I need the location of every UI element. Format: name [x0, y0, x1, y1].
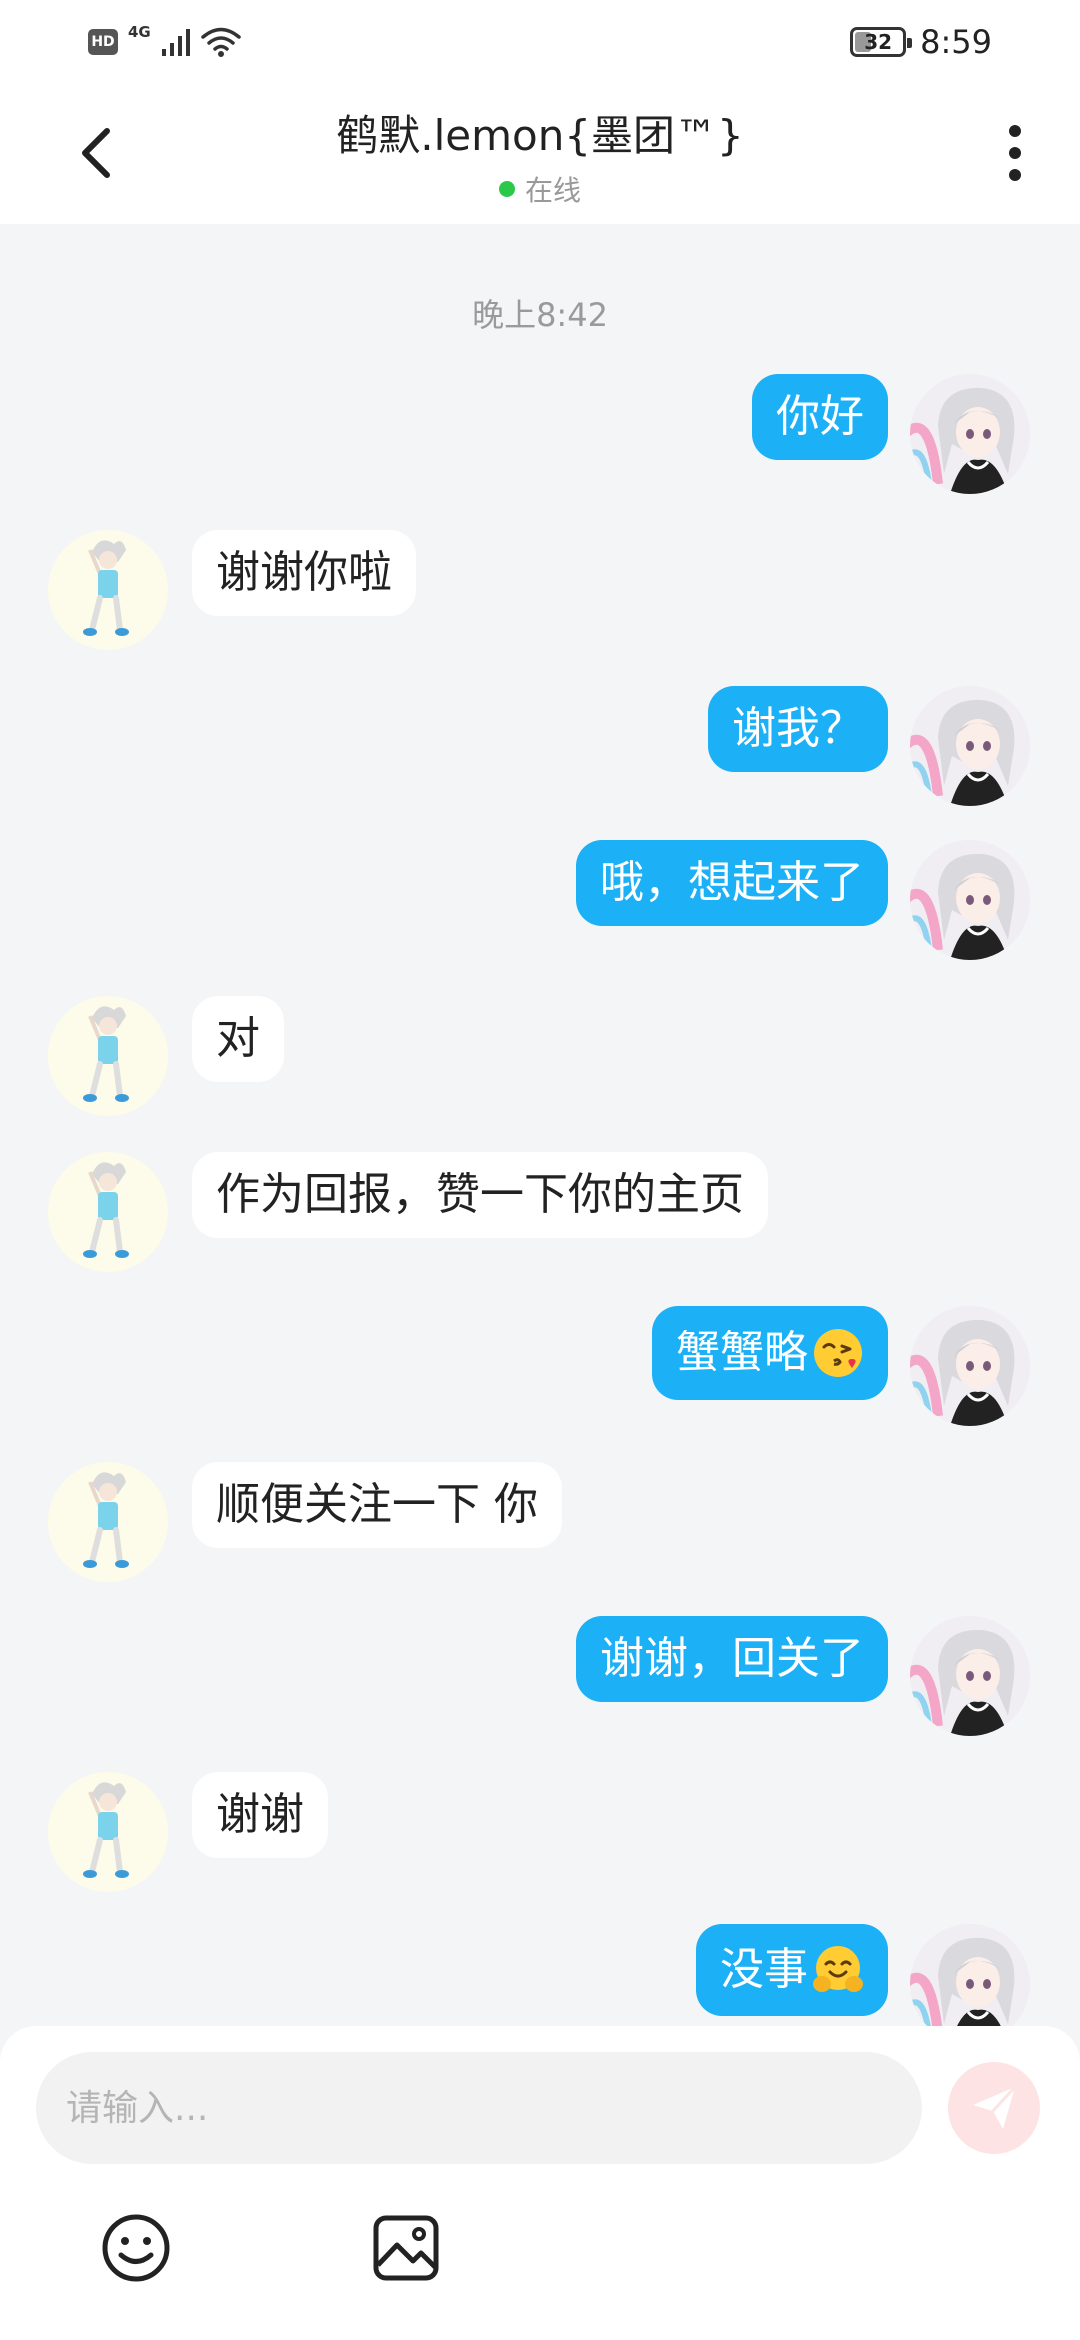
- message-bubble[interactable]: 哦，想起来了: [576, 840, 888, 926]
- message-row: 谢谢，回关了: [0, 1616, 1080, 1736]
- message-input-container[interactable]: [36, 2052, 922, 2164]
- battery-level: 32: [864, 30, 893, 54]
- status-bar: HD 4G 32 8:59: [0, 0, 1080, 84]
- status-left: HD 4G: [88, 20, 241, 64]
- message-text: 没事: [720, 1944, 808, 1995]
- my-avatar[interactable]: [910, 840, 1030, 960]
- image-button[interactable]: [368, 2210, 444, 2286]
- network-type: 4G: [128, 23, 151, 41]
- input-area: [0, 2026, 1080, 2340]
- contact-avatar[interactable]: [48, 996, 168, 1116]
- message-row: 谢谢: [0, 1772, 1080, 1892]
- message-row: 谢谢你啦: [0, 530, 1080, 650]
- title-area: 鹤默.lemon{墨团™} 在线: [200, 102, 880, 209]
- message-text: 哦，想起来了: [600, 857, 864, 908]
- message-row: 作为回报，赞一下你的主页: [0, 1152, 1080, 1272]
- contact-avatar[interactable]: [48, 1772, 168, 1892]
- message-row: 对: [0, 996, 1080, 1116]
- message-bubble[interactable]: 对: [192, 996, 284, 1082]
- message-bubble[interactable]: 谢谢，回关了: [576, 1616, 888, 1702]
- emoji-button[interactable]: [98, 2210, 174, 2286]
- message-text: 谢谢: [216, 1789, 304, 1840]
- hugging-face-icon: [813, 1946, 863, 1992]
- more-icon: [1009, 125, 1021, 181]
- message-bubble[interactable]: 作为回报，赞一下你的主页: [192, 1152, 768, 1238]
- face-blowing-kiss-icon: [814, 1329, 862, 1377]
- online-dot-icon: [498, 181, 515, 197]
- message-bubble[interactable]: 顺便关注一下 你: [192, 1462, 562, 1548]
- back-button[interactable]: [62, 118, 132, 188]
- message-text: 你好: [776, 391, 864, 442]
- wifi-icon: [201, 27, 241, 57]
- message-text: 蟹蟹略: [676, 1327, 808, 1378]
- message-text: 谢谢，回关了: [600, 1633, 864, 1684]
- message-text: 谢我？: [732, 703, 864, 754]
- message-row: 蟹蟹略: [0, 1306, 1080, 1426]
- message-row: 你好: [0, 374, 1080, 494]
- emoji-icon: [102, 2214, 170, 2282]
- message-bubble[interactable]: 蟹蟹略: [652, 1306, 888, 1400]
- my-avatar[interactable]: [910, 1616, 1030, 1736]
- my-avatar[interactable]: [910, 686, 1030, 806]
- message-row: 谢我？: [0, 686, 1080, 806]
- back-icon: [82, 128, 110, 178]
- status-right: 32 8:59: [850, 20, 992, 64]
- online-status-label: 在线: [524, 174, 581, 207]
- message-row: 哦，想起来了: [0, 840, 1080, 960]
- message-bubble[interactable]: 你好: [752, 374, 888, 460]
- chat-area[interactable]: 晚上8:42 你好 谢谢你啦 谢我？ 哦，想起来了 对 作为回报，赞一下你的主页…: [0, 224, 1080, 2034]
- online-status: 在线: [200, 169, 880, 209]
- message-text: 谢谢你啦: [216, 547, 392, 598]
- battery-indicator: 32: [850, 27, 913, 57]
- my-avatar[interactable]: [910, 1924, 1030, 2034]
- message-row: 顺便关注一下 你: [0, 1462, 1080, 1582]
- message-text: 顺便关注一下 你: [216, 1479, 538, 1530]
- contact-avatar[interactable]: [48, 1152, 168, 1272]
- signal-icon: [161, 29, 190, 56]
- message-bubble[interactable]: 谢谢你啦: [192, 530, 416, 616]
- status-time: 8:59: [920, 23, 992, 61]
- more-options-button[interactable]: [980, 118, 1050, 188]
- chat-header: 鹤默.lemon{墨团™} 在线: [0, 84, 1080, 224]
- chat-timestamp: 晚上8:42: [472, 296, 608, 334]
- message-bubble[interactable]: 谢我？: [708, 686, 888, 772]
- message-text: 作为回报，赞一下你的主页: [216, 1169, 744, 1220]
- send-icon: [973, 2085, 1017, 2129]
- message-text: 对: [216, 1013, 260, 1064]
- send-button[interactable]: [948, 2062, 1040, 2154]
- contact-avatar[interactable]: [48, 1462, 168, 1582]
- hd-badge: HD: [88, 29, 118, 55]
- image-icon: [373, 2215, 439, 2281]
- contact-name: 鹤默.lemon{墨团™}: [336, 111, 744, 160]
- contact-avatar[interactable]: [48, 530, 168, 650]
- my-avatar[interactable]: [910, 374, 1030, 494]
- message-bubble[interactable]: 没事: [696, 1924, 888, 2016]
- message-row: 没事: [0, 1924, 1080, 2034]
- my-avatar[interactable]: [910, 1306, 1030, 1426]
- message-input[interactable]: [36, 2052, 922, 2164]
- message-bubble[interactable]: 谢谢: [192, 1772, 328, 1858]
